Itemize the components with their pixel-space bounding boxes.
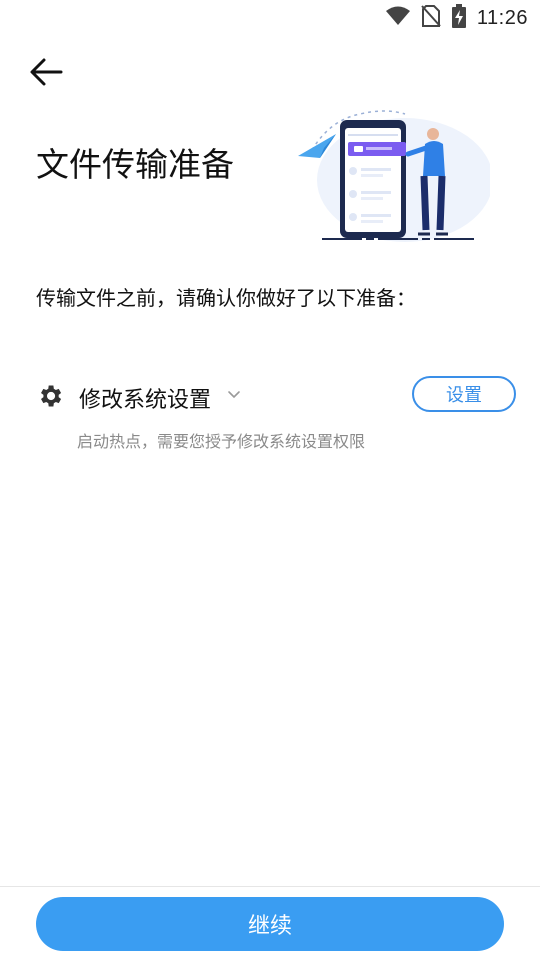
- status-icons: 11:26: [385, 4, 528, 32]
- transfer-illustration: [290, 100, 493, 245]
- status-bar: 11:26: [0, 0, 540, 36]
- status-time: 11:26: [476, 6, 528, 29]
- permission-item: 修改系统设置 设置: [36, 374, 516, 422]
- permission-title[interactable]: 修改系统设置: [79, 382, 211, 414]
- gear-icon: [41, 385, 62, 407]
- back-button[interactable]: [26, 54, 66, 90]
- chevron-down-icon[interactable]: [227, 390, 241, 400]
- intro-text: 传输文件之前，请确认你做好了以下准备：: [36, 286, 416, 310]
- arrow-left-icon: [30, 58, 63, 86]
- continue-button[interactable]: 继续: [36, 897, 504, 951]
- wifi-icon: [385, 6, 411, 30]
- page-title: 文件传输准备: [36, 145, 234, 184]
- footer-divider: [0, 886, 540, 887]
- no-sim-icon: [421, 5, 441, 31]
- settings-button[interactable]: 设置: [412, 376, 516, 412]
- battery-charging-icon: [451, 4, 467, 32]
- permission-description: 启动热点，需要您授予修改系统设置权限: [77, 432, 366, 451]
